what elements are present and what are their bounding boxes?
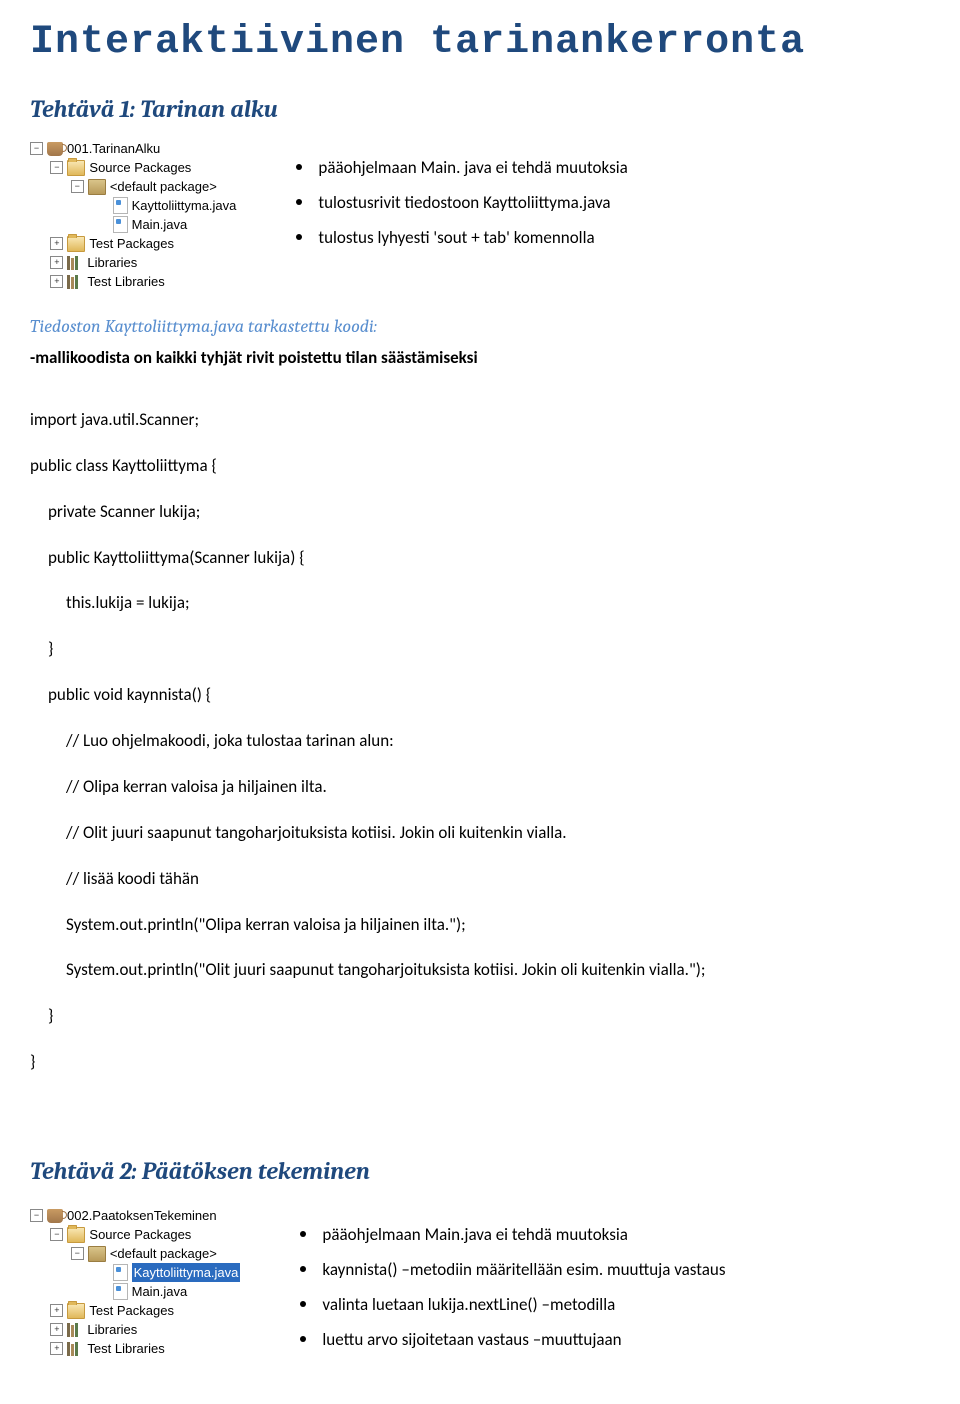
tree-node-source-packages[interactable]: − Source Packages: [30, 1225, 240, 1244]
collapse-icon[interactable]: −: [50, 1228, 63, 1241]
section-2-heading: Tehtävä 2: Päätöksen tekeminen: [30, 1157, 930, 1185]
tree-node-test-packages[interactable]: + Test Packages: [30, 1301, 240, 1320]
tree-node-file[interactable]: Kayttoliittyma.java: [30, 1263, 240, 1282]
tree-node-default-package[interactable]: − <default package>: [30, 177, 236, 196]
expand-icon[interactable]: +: [50, 1323, 63, 1336]
tree-label: Test Packages: [89, 234, 174, 253]
collapse-icon[interactable]: −: [71, 180, 84, 193]
expand-icon[interactable]: +: [50, 275, 63, 288]
tree-node-root[interactable]: − 002.PaatoksenTekeminen: [30, 1206, 240, 1225]
java-file-icon: [113, 197, 128, 214]
package-icon: [88, 179, 106, 195]
code-line: // Olit juuri saapunut tangoharjoituksis…: [30, 822, 930, 845]
tree-node-libraries[interactable]: + Libraries: [30, 253, 236, 272]
list-item: pääohjelmaan Main. java ei tehdä muutoks…: [296, 157, 627, 178]
code-subheading: Tiedoston Kayttoliittyma.java tarkastett…: [30, 316, 930, 337]
collapse-icon[interactable]: −: [30, 1209, 43, 1222]
library-icon: [67, 256, 83, 270]
tree-label: Source Packages: [89, 158, 191, 177]
code-line: System.out.println("Olit juuri saapunut …: [30, 959, 930, 982]
tree-label: Main.java: [132, 215, 188, 234]
code-line: public Kayttoliittyma(Scanner lukija) {: [30, 547, 930, 570]
folder-icon: [67, 1227, 85, 1243]
code-line: // Olipa kerran valoisa ja hiljainen ilt…: [30, 776, 930, 799]
tree-node-file[interactable]: Main.java: [30, 215, 236, 234]
code-line: this.lukija = lukija;: [30, 592, 930, 615]
tree-node-default-package[interactable]: − <default package>: [30, 1244, 240, 1263]
code-line: import java.util.Scanner;: [30, 409, 930, 432]
code-block: import java.util.Scanner; public class K…: [30, 386, 930, 1097]
folder-icon: [67, 160, 85, 176]
tree-label-selected: Kayttoliittyma.java: [132, 1263, 241, 1282]
tree-node-file[interactable]: Main.java: [30, 1282, 240, 1301]
list-item: tulostus lyhyesti 'sout + tab' komennoll…: [296, 227, 627, 248]
package-icon: [88, 1246, 106, 1262]
code-line: private Scanner lukija;: [30, 501, 930, 524]
instructions-list-2: pääohjelmaan Main.java ei tehdä muutoksi…: [300, 1210, 725, 1364]
code-line: // Luo ohjelmakoodi, joka tulostaa tarin…: [30, 730, 930, 753]
expand-icon[interactable]: +: [50, 1342, 63, 1355]
library-icon: [67, 1342, 83, 1356]
code-line: public class Kayttoliittyma {: [30, 455, 930, 478]
expand-icon[interactable]: +: [50, 237, 63, 250]
folder-icon: [67, 236, 85, 252]
java-file-icon: [113, 216, 128, 233]
tree-label: Test Libraries: [87, 1339, 164, 1358]
library-icon: [67, 275, 83, 289]
tree-node-root[interactable]: − 001.TarinanAlku: [30, 139, 236, 158]
collapse-icon[interactable]: −: [50, 161, 63, 174]
list-item: kaynnista() –metodiin määritellään esim.…: [300, 1259, 725, 1280]
code-line: }: [30, 1005, 930, 1028]
tree-label: Test Libraries: [87, 272, 164, 291]
instructions-list-1: pääohjelmaan Main. java ei tehdä muutoks…: [296, 143, 627, 262]
tree-label: <default package>: [110, 1244, 217, 1263]
tree-label: Test Packages: [89, 1301, 174, 1320]
tree-node-test-libraries[interactable]: + Test Libraries: [30, 1339, 240, 1358]
list-item: valinta luetaan lukija.nextLine() –metod…: [300, 1294, 725, 1315]
list-item: tulostusrivit tiedostoon Kayttoliittyma.…: [296, 192, 627, 213]
list-item: luettu arvo sijoitetaan vastaus –muuttuj…: [300, 1329, 725, 1350]
section-1-heading: Tehtävä 1: Tarinan alku: [30, 95, 930, 123]
tree-node-source-packages[interactable]: − Source Packages: [30, 158, 236, 177]
code-line: }: [30, 638, 930, 661]
java-file-icon: [113, 1264, 128, 1281]
page-title: Interaktiivinen tarinankerronta: [30, 20, 930, 65]
tree-label: <default package>: [110, 177, 217, 196]
java-file-icon: [113, 1283, 128, 1300]
folder-icon: [67, 1303, 85, 1319]
tree-label: Libraries: [87, 1320, 137, 1339]
code-line: public void kaynnista() {: [30, 684, 930, 707]
list-item: pääohjelmaan Main.java ei tehdä muutoksi…: [300, 1224, 725, 1245]
tree-label: 001.TarinanAlku: [67, 139, 160, 158]
project-icon: [47, 142, 63, 156]
expand-icon[interactable]: +: [50, 256, 63, 269]
code-line: System.out.println("Olipa kerran valoisa…: [30, 914, 930, 937]
tree-node-test-libraries[interactable]: + Test Libraries: [30, 272, 236, 291]
project-tree-1: − 001.TarinanAlku − Source Packages − <d…: [30, 133, 236, 291]
tree-node-file[interactable]: Kayttoliittyma.java: [30, 196, 236, 215]
library-icon: [67, 1323, 83, 1337]
code-line: }: [30, 1051, 930, 1074]
tree-node-test-packages[interactable]: + Test Packages: [30, 234, 236, 253]
tree-node-libraries[interactable]: + Libraries: [30, 1320, 240, 1339]
code-line: // lisää koodi tähän: [30, 868, 930, 891]
tree-label: Source Packages: [89, 1225, 191, 1244]
tree-label: Kayttoliittyma.java: [132, 196, 237, 215]
collapse-icon[interactable]: −: [30, 142, 43, 155]
expand-icon[interactable]: +: [50, 1304, 63, 1317]
code-note: -mallikoodista on kaikki tyhjät rivit po…: [30, 347, 930, 368]
project-icon: [47, 1209, 63, 1223]
tree-label: Libraries: [87, 253, 137, 272]
project-tree-2: − 002.PaatoksenTekeminen − Source Packag…: [30, 1200, 240, 1358]
collapse-icon[interactable]: −: [71, 1247, 84, 1260]
tree-label: Main.java: [132, 1282, 188, 1301]
tree-label: 002.PaatoksenTekeminen: [67, 1206, 217, 1225]
